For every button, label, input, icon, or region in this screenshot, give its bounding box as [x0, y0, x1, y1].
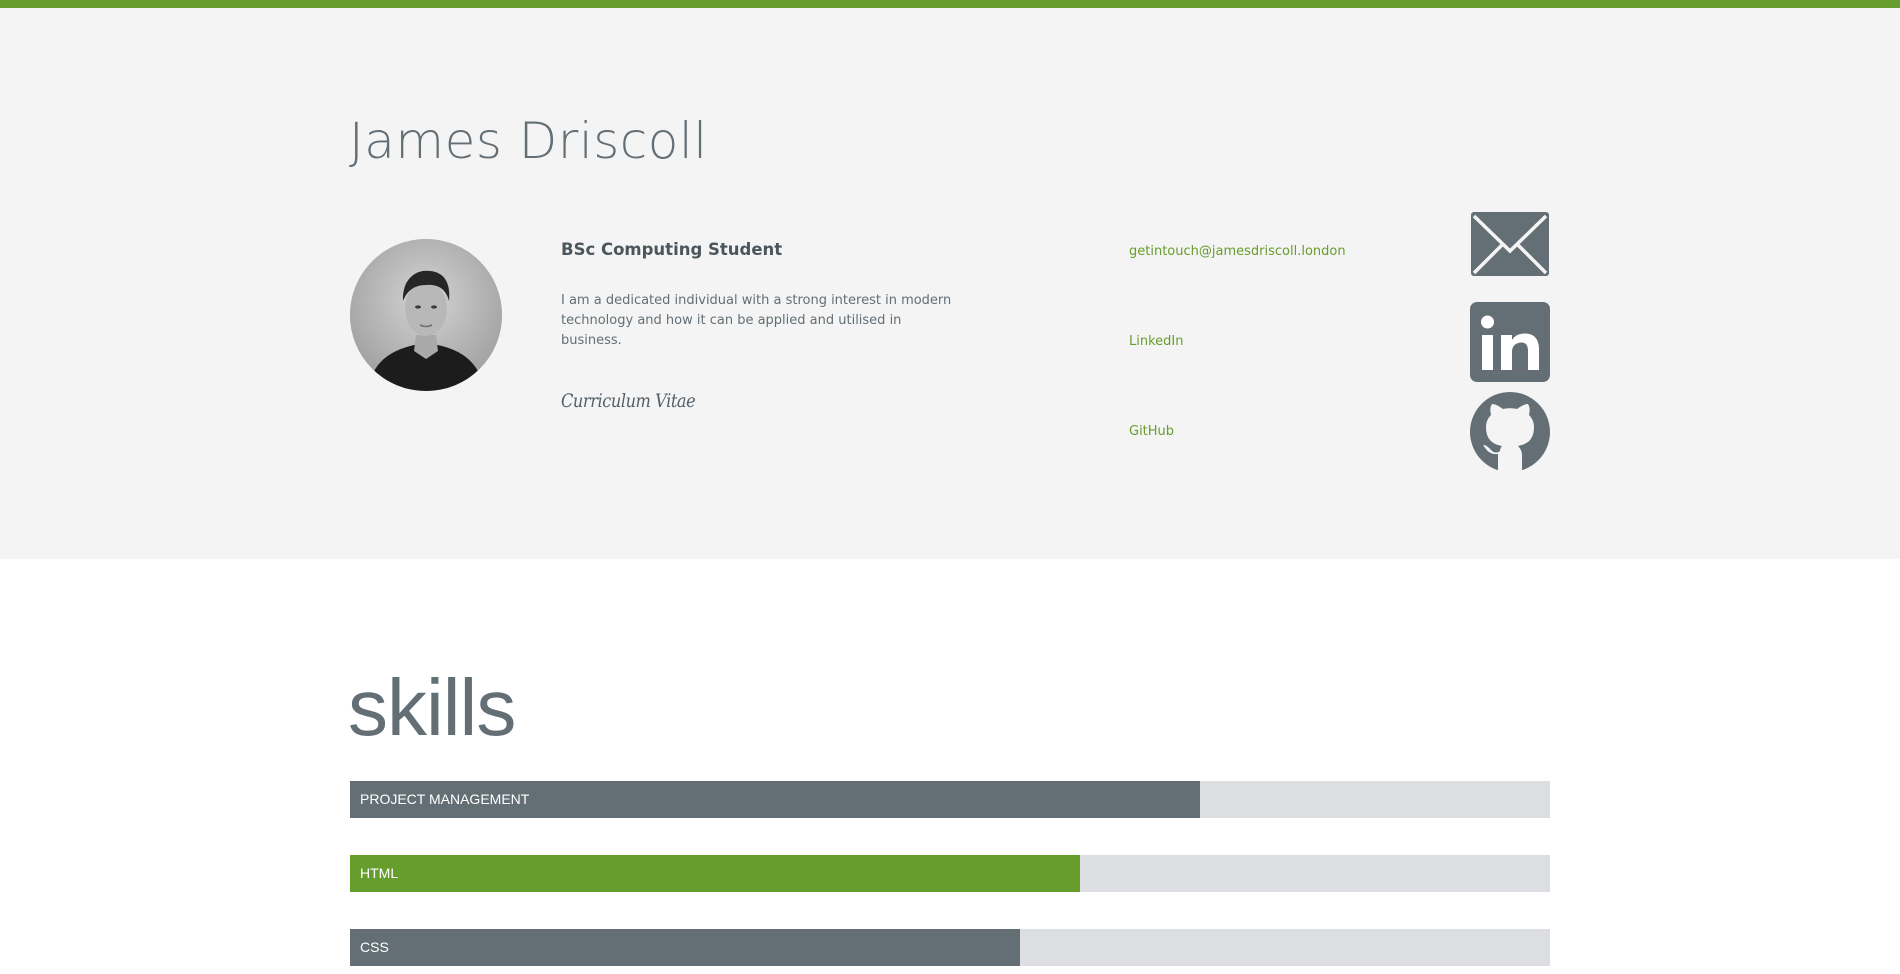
skill-bar-project-management: Project Management	[350, 781, 1550, 818]
skills-heading: skills	[348, 663, 516, 752]
profile-bio: I am a dedicated individual with a stron…	[561, 293, 952, 348]
skill-label: CSS	[360, 939, 389, 955]
page-title: James Driscoll	[349, 112, 708, 170]
envelope-icon[interactable]	[1470, 211, 1550, 277]
skill-label: HTML	[360, 865, 399, 881]
skill-fill	[350, 929, 1020, 966]
skill-label: Project Management	[360, 791, 530, 807]
linkedin-link[interactable]: LinkedIn	[1129, 334, 1183, 349]
skill-bar-html: HTML	[350, 855, 1550, 892]
hero-section	[0, 8, 1900, 559]
profile-role: BSc Computing Student	[561, 240, 783, 259]
avatar	[350, 239, 502, 391]
email-link[interactable]: getintouch@jamesdriscoll.london	[1129, 244, 1346, 259]
linkedin-icon[interactable]	[1470, 302, 1550, 382]
github-link[interactable]: GitHub	[1129, 424, 1174, 439]
skill-fill	[350, 855, 1080, 892]
top-accent-bar	[0, 0, 1900, 8]
skill-bar-css: CSS	[350, 929, 1550, 966]
github-icon[interactable]	[1470, 392, 1550, 472]
cv-link[interactable]: Curriculum Vitae	[561, 390, 696, 412]
